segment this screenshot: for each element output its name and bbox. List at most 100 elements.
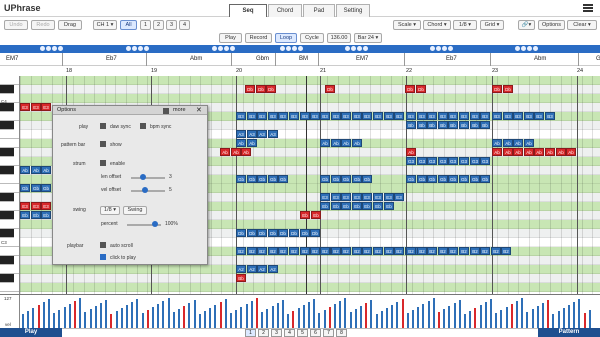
piano-key[interactable] xyxy=(0,193,14,202)
note[interactable]: B3 xyxy=(362,112,372,120)
velocity-bar[interactable] xyxy=(168,298,170,328)
note[interactable]: Eb xyxy=(331,202,341,210)
chord-label[interactable]: Abm xyxy=(190,56,202,62)
velocity-bar[interactable] xyxy=(303,305,305,328)
note[interactable]: B2 xyxy=(459,247,469,255)
velocity-bar[interactable] xyxy=(282,300,284,328)
note[interactable]: B2 xyxy=(341,247,351,255)
note[interactable]: B2 xyxy=(268,247,278,255)
note[interactable]: B2 xyxy=(310,247,320,255)
velocity-bar[interactable] xyxy=(173,312,175,328)
note[interactable]: Ab xyxy=(41,166,51,174)
note[interactable]: Bb xyxy=(480,121,490,129)
velocity-bar[interactable] xyxy=(152,307,154,328)
velocity-bar[interactable] xyxy=(511,304,513,328)
note[interactable]: E3 xyxy=(341,193,351,201)
note[interactable]: Db xyxy=(416,85,426,93)
velocity-bar[interactable] xyxy=(272,306,274,328)
velocity-bar[interactable] xyxy=(552,314,554,328)
page-button-2[interactable]: 2 xyxy=(153,20,164,30)
velocity-bar[interactable] xyxy=(287,314,289,328)
chord-label[interactable]: Eb7 xyxy=(106,56,117,62)
bottom-page-button[interactable]: 7 xyxy=(323,329,334,337)
velocity-bar[interactable] xyxy=(313,299,315,328)
note[interactable]: E3 xyxy=(41,202,51,210)
bar-tool-icon[interactable] xyxy=(521,46,526,51)
chord-select[interactable]: Chord ▾ xyxy=(423,20,451,30)
piano-key[interactable] xyxy=(0,130,19,139)
velocity-bar[interactable] xyxy=(121,308,123,328)
note[interactable]: E3 xyxy=(31,202,41,210)
bpm-sync-checkbox[interactable] xyxy=(140,123,146,129)
velocity-bar[interactable] xyxy=(209,308,211,328)
velocity-bar[interactable] xyxy=(116,311,118,328)
close-icon[interactable]: ✕ xyxy=(196,106,202,115)
bar-tool-icon[interactable] xyxy=(224,46,229,51)
velocity-bar[interactable] xyxy=(308,302,310,328)
velocity-bar[interactable] xyxy=(235,310,237,328)
velocity-bar[interactable] xyxy=(142,313,144,328)
bar-tool-icon[interactable] xyxy=(280,46,285,51)
velocity-bar[interactable] xyxy=(53,313,55,328)
note[interactable]: Db xyxy=(300,229,310,237)
velocity-bar[interactable] xyxy=(376,314,378,328)
note[interactable]: B2 xyxy=(236,247,246,255)
velocity-bar[interactable] xyxy=(32,308,34,328)
note[interactable]: Db xyxy=(278,229,288,237)
swing-division-select[interactable]: 1/8 ▾ xyxy=(100,206,120,215)
note[interactable]: E3 xyxy=(394,193,404,201)
velocity-bar[interactable] xyxy=(526,312,528,328)
note[interactable]: Ab xyxy=(231,148,241,156)
note[interactable]: B3 xyxy=(513,112,523,120)
note[interactable]: Eb xyxy=(384,202,394,210)
play-tab[interactable]: Play xyxy=(0,328,62,337)
note[interactable]: B3 xyxy=(417,112,427,120)
velocity-bar[interactable] xyxy=(495,313,497,328)
note[interactable]: G3 xyxy=(417,157,427,165)
velocity-bar[interactable] xyxy=(584,313,586,328)
note[interactable]: B3 xyxy=(438,112,448,120)
velocity-bar[interactable] xyxy=(573,302,575,328)
note[interactable]: B3 xyxy=(352,112,362,120)
note[interactable]: A3 xyxy=(268,130,278,138)
note[interactable]: B3 xyxy=(524,112,534,120)
velocity-bar[interactable] xyxy=(521,298,523,328)
note[interactable]: Gb xyxy=(341,175,351,183)
note[interactable]: Gb xyxy=(417,175,427,183)
note[interactable]: B3 xyxy=(448,112,458,120)
bar-tool-icon[interactable] xyxy=(126,46,131,51)
note[interactable]: Ab xyxy=(341,139,351,147)
velocity-bar[interactable] xyxy=(240,307,242,328)
loop-button[interactable]: Loop xyxy=(275,33,297,43)
note[interactable]: A2 xyxy=(257,265,267,273)
note[interactable]: Gb xyxy=(362,175,372,183)
note[interactable]: Ab xyxy=(241,148,251,156)
note[interactable]: A3 xyxy=(247,130,257,138)
velocity-bar[interactable] xyxy=(27,311,29,328)
options-button[interactable]: Options xyxy=(538,20,565,30)
tab-seq[interactable]: Seq xyxy=(229,4,267,17)
piano-key[interactable] xyxy=(0,157,19,166)
note[interactable]: Db xyxy=(257,229,267,237)
note[interactable]: B2 xyxy=(448,247,458,255)
bottom-page-button[interactable]: 5 xyxy=(297,329,308,337)
piano-key[interactable] xyxy=(0,274,14,283)
note[interactable]: Db xyxy=(503,85,513,93)
bar-tool-icon[interactable] xyxy=(230,46,235,51)
velocity-bar[interactable] xyxy=(194,300,196,328)
velocity-bar[interactable] xyxy=(199,314,201,328)
more-checkbox[interactable] xyxy=(163,107,169,114)
velocity-bar[interactable] xyxy=(422,304,424,328)
velocity-bar[interactable] xyxy=(74,301,76,328)
note[interactable]: E3 xyxy=(331,193,341,201)
velocity-bar[interactable] xyxy=(90,309,92,328)
piano-key[interactable] xyxy=(0,184,19,193)
note[interactable]: B3 xyxy=(384,112,394,120)
note[interactable]: E3 xyxy=(373,193,383,201)
note[interactable]: B2 xyxy=(331,247,341,255)
note[interactable]: Gb xyxy=(247,175,257,183)
velocity-bar[interactable] xyxy=(532,309,534,328)
velocity-bar[interactable] xyxy=(537,306,539,328)
bar-tool-icon[interactable] xyxy=(533,46,538,51)
bar-tool-icon[interactable] xyxy=(286,46,291,51)
